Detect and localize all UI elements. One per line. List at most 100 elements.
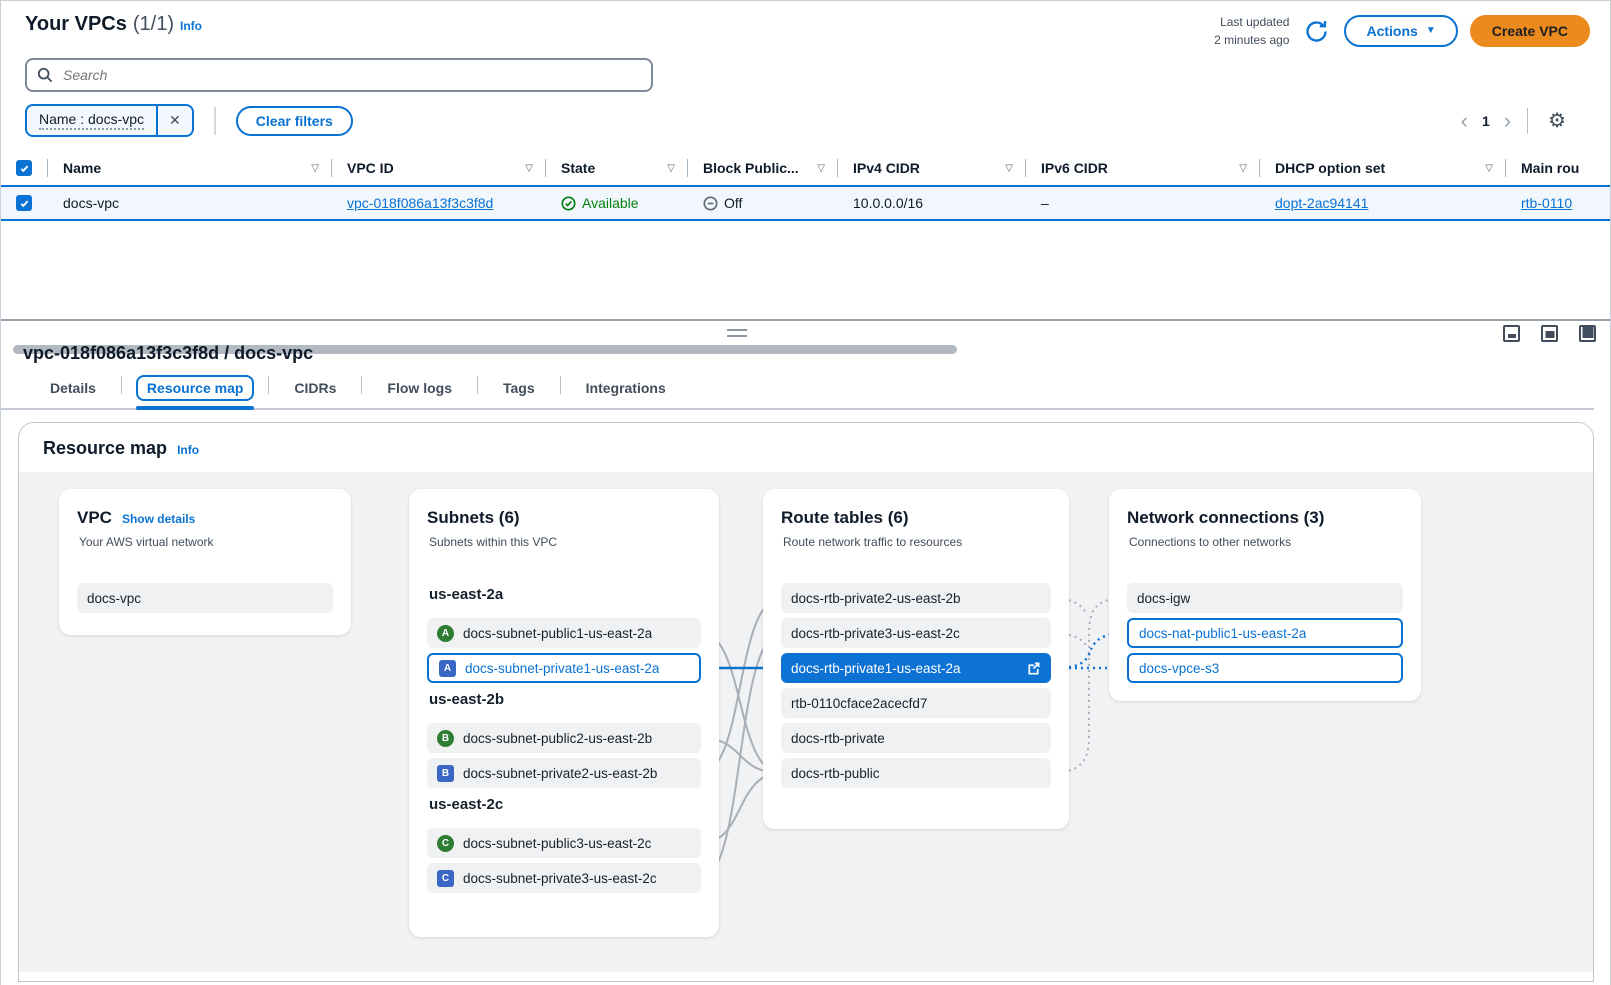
subnet-item[interactable]: Cdocs-subnet-private3-us-east-2c <box>427 863 701 893</box>
divider <box>214 107 216 135</box>
subnet-item-label: docs-subnet-public1-us-east-2a <box>463 626 652 641</box>
prev-page-icon[interactable]: ‹ <box>1461 110 1468 132</box>
next-page-icon[interactable]: › <box>1504 110 1511 132</box>
route-table-item[interactable]: docs-rtb-private2-us-east-2b <box>781 583 1051 613</box>
column-header-block-public[interactable]: Block Public... ▽ <box>687 151 837 185</box>
subnets-column: Subnets (6) Subnets within this VPC us-e… <box>409 489 719 937</box>
tab-separator <box>477 376 478 394</box>
route-table-item[interactable]: rtb-0110cface2acecfd7 <box>781 688 1051 718</box>
cell-name: docs-vpc <box>47 195 331 211</box>
column-header-label: Block Public... <box>703 160 799 176</box>
network-connection-item[interactable]: docs-igw <box>1127 583 1403 613</box>
az-group-heading: us-east-2c <box>429 796 503 813</box>
column-header-name[interactable]: Name ▽ <box>47 151 331 185</box>
sort-filter-icon[interactable]: ▽ <box>1005 163 1013 174</box>
block-public-label: Off <box>724 195 742 211</box>
vpc-id-link[interactable]: vpc-018f086a13f3c3f8d <box>347 195 493 211</box>
route-table-item-label: docs-rtb-private <box>791 731 885 746</box>
route-table-item[interactable]: docs-rtb-public <box>781 758 1051 788</box>
resource-map-info-link[interactable]: Info <box>177 443 199 457</box>
sort-filter-icon[interactable]: ▽ <box>667 163 675 174</box>
tab-separator <box>361 376 362 394</box>
subnets-column-title: Subnets (6) <box>427 508 520 528</box>
search-box[interactable] <box>25 58 653 92</box>
subnet-item-label: docs-subnet-private1-us-east-2a <box>465 661 659 676</box>
resource-map-diagram: VPC Show details Your AWS virtual networ… <box>19 472 1593 972</box>
subnet-item[interactable]: Adocs-subnet-public1-us-east-2a <box>427 618 701 648</box>
main-route-table-link[interactable]: rtb-0110 <box>1521 195 1572 211</box>
sort-filter-icon[interactable]: ▽ <box>1239 163 1247 174</box>
subnet-item[interactable]: Bdocs-subnet-public2-us-east-2b <box>427 723 701 753</box>
vpc-column: VPC Show details Your AWS virtual networ… <box>59 489 351 635</box>
column-header-label: Main rou <box>1521 160 1579 176</box>
show-details-link[interactable]: Show details <box>122 512 195 526</box>
az-badge-icon: B <box>437 765 454 782</box>
tab-label: Details <box>39 375 107 401</box>
tab-label: Integrations <box>575 375 677 401</box>
sort-filter-icon[interactable]: ▽ <box>525 163 533 174</box>
tab-details[interactable]: Details <box>39 374 107 408</box>
dhcp-option-set-link[interactable]: dopt-2ac94141 <box>1275 195 1368 211</box>
column-header-main-route-table[interactable]: Main rou <box>1505 151 1610 185</box>
tab-resource-map[interactable]: Resource map <box>136 374 254 408</box>
divider <box>1527 108 1528 134</box>
column-header-vpc-id[interactable]: VPC ID▽ <box>331 151 545 185</box>
filter-chip[interactable]: Name : docs-vpc ✕ <box>25 104 194 137</box>
route-table-item-label: docs-rtb-private1-us-east-2a <box>791 661 961 676</box>
info-link[interactable]: Info <box>180 19 202 33</box>
vpc-table: Name ▽ VPC ID▽ State▽ Block Public... ▽ IP… <box>1 151 1610 221</box>
row-checkbox[interactable] <box>16 195 32 211</box>
tab-cidrs[interactable]: CIDRs <box>283 374 347 408</box>
route-table-item[interactable]: docs-rtb-private <box>781 723 1051 753</box>
actions-button[interactable]: Actions ▼ <box>1344 15 1457 47</box>
sort-filter-icon[interactable]: ▽ <box>1485 163 1493 174</box>
header-actions: Last updated 2 minutes ago Actions ▼ Cr <box>1214 13 1590 49</box>
table-row[interactable]: docs-vpc vpc-018f086a13f3c3f8d Available <box>1 185 1610 221</box>
tab-flow-logs[interactable]: Flow logs <box>376 374 463 408</box>
network-connection-item[interactable]: docs-nat-public1-us-east-2a <box>1127 618 1403 648</box>
route-table-item[interactable]: docs-rtb-private1-us-east-2a <box>781 653 1051 683</box>
row-select-cell <box>1 195 47 211</box>
subnets-column-subtitle: Subnets within this VPC <box>409 528 719 549</box>
tab-tags[interactable]: Tags <box>492 374 546 408</box>
route-table-item-label: rtb-0110cface2acecfd7 <box>791 696 927 711</box>
column-header-dhcp-option-set[interactable]: DHCP option set▽ <box>1259 151 1505 185</box>
tab-label: Resource map <box>136 375 254 401</box>
detail-title: vpc-018f086a13f3c3f8d / docs-vpc <box>1 321 1610 364</box>
select-all-cell <box>1 151 47 185</box>
filter-chip-close-button[interactable]: ✕ <box>156 106 192 135</box>
last-updated-text: Last updated 2 minutes ago <box>1214 13 1289 49</box>
vpc-column-subtitle: Your AWS virtual network <box>59 528 351 549</box>
page-title-text: Your VPCs <box>25 13 127 36</box>
sort-filter-icon[interactable]: ▽ <box>311 163 319 174</box>
subnet-item[interactable]: Bdocs-subnet-private2-us-east-2b <box>427 758 701 788</box>
create-vpc-button[interactable]: Create VPC <box>1470 15 1590 47</box>
select-all-checkbox[interactable] <box>16 160 32 176</box>
refresh-button[interactable] <box>1301 16 1332 47</box>
column-header-label: Name <box>63 160 101 176</box>
az-badge-icon: A <box>439 660 456 677</box>
table-header-row: Name ▽ VPC ID▽ State▽ Block Public... ▽ IP… <box>1 151 1610 185</box>
cell-vpc-id: vpc-018f086a13f3c3f8d <box>331 195 545 211</box>
column-header-ipv6-cidr[interactable]: IPv6 CIDR▽ <box>1025 151 1259 185</box>
route-table-item[interactable]: docs-rtb-private3-us-east-2c <box>781 618 1051 648</box>
page-title: Your VPCs (1/1) Info <box>25 13 202 36</box>
column-header-label: IPv4 CIDR <box>853 160 920 176</box>
table-preferences-gear-icon[interactable]: ⚙ <box>1548 111 1566 131</box>
external-link-icon[interactable] <box>1026 661 1041 676</box>
tab-label: Tags <box>492 375 546 401</box>
subnet-item[interactable]: Adocs-subnet-private1-us-east-2a <box>427 653 701 683</box>
current-page[interactable]: 1 <box>1482 113 1490 129</box>
clear-filters-button[interactable]: Clear filters <box>236 106 353 136</box>
vpc-item[interactable]: docs-vpc <box>77 583 333 613</box>
close-icon: ✕ <box>169 112 181 129</box>
column-header-ipv4-cidr[interactable]: IPv4 CIDR ▽ <box>837 151 1025 185</box>
tab-integrations[interactable]: Integrations <box>575 374 677 408</box>
network-connections-column-title: Network connections (3) <box>1127 508 1324 528</box>
column-header-state[interactable]: State▽ <box>545 151 687 185</box>
network-connection-item[interactable]: docs-vpce-s3 <box>1127 653 1403 683</box>
sort-filter-icon[interactable]: ▽ <box>817 163 825 174</box>
vpc-item-label: docs-vpc <box>87 591 141 606</box>
search-input[interactable] <box>61 66 641 84</box>
subnet-item[interactable]: Cdocs-subnet-public3-us-east-2c <box>427 828 701 858</box>
